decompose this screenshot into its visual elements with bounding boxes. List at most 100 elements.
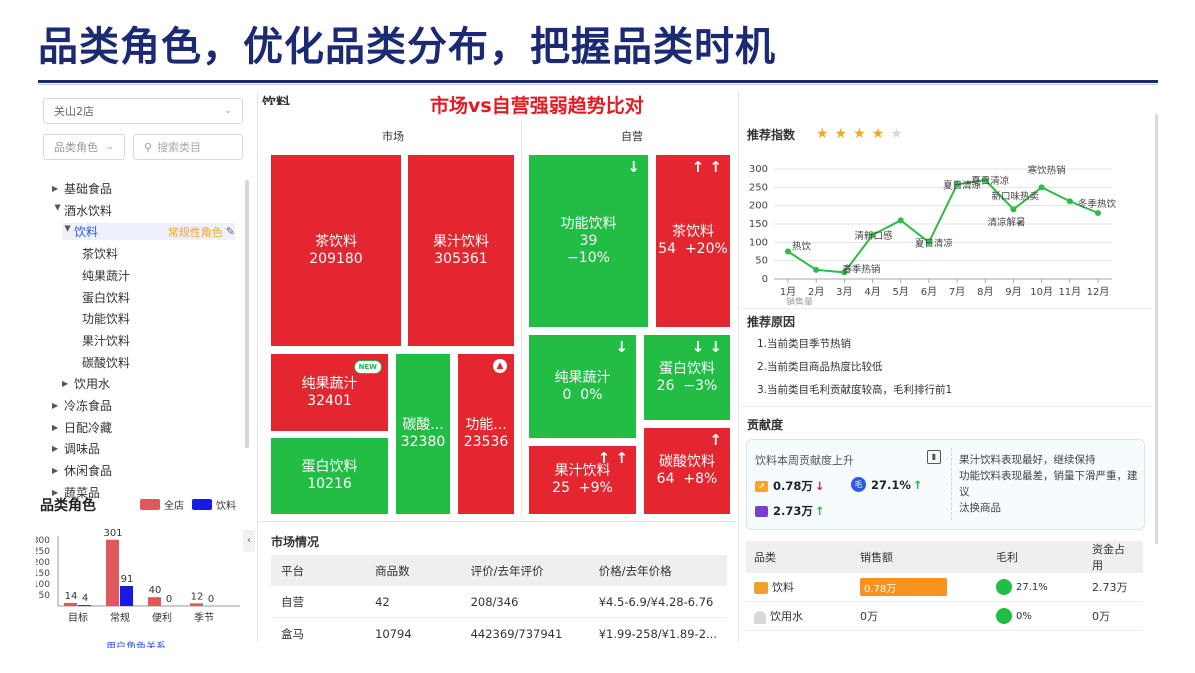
tree-item-label: 基础食品 <box>64 182 113 196</box>
y-tick-label: 200 <box>749 201 768 212</box>
role-chart-panel: 品类角色 全店 饮料 30025020015010050 14 4 目标 301 91 常规… <box>36 492 246 648</box>
market-block-tea[interactable]: 茶饮料 209180 <box>271 155 401 346</box>
tree-item-label: 饮料 <box>74 225 99 240</box>
tree-item[interactable]: 纯果蔬汁 <box>82 267 130 284</box>
tree-item[interactable]: ▶ 休闲食品 <box>52 462 112 479</box>
tree-item[interactable]: ▶ 基础食品 <box>52 180 112 197</box>
caret-right-icon[interactable]: ▶ <box>52 184 64 193</box>
tree-item[interactable]: 蛋白饮料 <box>82 289 130 306</box>
contribution-title: 贡献度 <box>747 418 784 432</box>
y-tick-label: 100 <box>749 237 768 248</box>
x-tick-label: 9月 <box>1005 286 1021 298</box>
tree-item[interactable]: 功能饮料 <box>82 310 130 327</box>
role-relation-link[interactable]: 用户角色关系 <box>106 640 166 648</box>
market-block-functional[interactable]: ▲ 功能... 23536 <box>458 354 514 514</box>
data-point[interactable] <box>1095 210 1101 216</box>
new-badge: NEW <box>353 360 382 374</box>
x-tick-label: 目标 <box>68 612 88 624</box>
self-block-tea[interactable]: ↑ ↑ 茶饮料 54 +20% <box>656 155 730 327</box>
market-block-carbonated[interactable]: 碳酸... 32380 <box>396 354 450 514</box>
tree-item[interactable]: 茶饮料 <box>82 245 118 262</box>
market-block-fruit-veg[interactable]: NEW 纯果蔬汁 32401 <box>271 354 388 431</box>
table-cell: 42 <box>365 586 461 618</box>
caret-down-icon[interactable]: ▶ <box>64 226 73 238</box>
tree-scrollbar[interactable] <box>245 180 249 448</box>
tree-item[interactable]: ▶ 饮料 常规性角色 ✎ <box>62 223 235 241</box>
bar-常规-饮料[interactable] <box>120 585 133 606</box>
bar-常规-全店[interactable] <box>106 539 119 606</box>
tree-item[interactable]: ▶ 酒水饮料 <box>52 202 113 219</box>
trend-arrows: ↑ ↑ <box>597 449 628 467</box>
capital-cell: 2.73万 <box>1084 573 1143 602</box>
star-filled-icon: ★ <box>834 126 848 142</box>
contribution-table: 品类 销售额 毛利 资金占用 饮料 0.78万 27.1% 2.73万 饮用水 … <box>746 541 1143 631</box>
role-select[interactable]: 品类角色 ⌄ <box>43 134 125 160</box>
block-name: 功能... <box>465 417 507 433</box>
data-point[interactable] <box>785 248 791 255</box>
data-point[interactable] <box>1010 206 1017 213</box>
data-point[interactable] <box>897 217 904 224</box>
tree-item[interactable]: ▶ 饮用水 <box>62 375 110 392</box>
caret-right-icon[interactable]: ▶ <box>52 444 64 453</box>
note-line: 果汁饮料表现最好，继续保持 <box>959 454 1096 466</box>
search-input[interactable]: 搜索类目 <box>157 139 201 155</box>
legend-swatch-drink <box>192 499 212 510</box>
star-filled-icon: ★ <box>816 126 829 142</box>
market-block-juice[interactable]: 果汁饮料 305361 <box>408 155 514 346</box>
table-row[interactable]: 盒马 10794 442369/737941 ¥1.99-258/¥1.89-2… <box>271 617 727 641</box>
column-header: 资金占用 <box>1084 541 1143 573</box>
chevron-down-icon: ⌄ <box>224 106 232 116</box>
tree-item[interactable]: ▶ 调味品 <box>52 440 100 457</box>
table-row[interactable]: 自营 42 208/346 ¥4.5-6.9/¥4.28-6.76 <box>271 586 727 618</box>
caret-right-icon[interactable]: ▶ <box>52 401 64 410</box>
block-name: 蛋白饮料 <box>659 360 715 377</box>
data-point[interactable] <box>1038 184 1045 191</box>
x-tick-label: 11月 <box>1058 286 1081 298</box>
table-cell: ¥4.5-6.9/¥4.28-6.76 <box>588 586 727 618</box>
tree-item[interactable]: ▶ 冷冻食品 <box>52 397 112 414</box>
self-block-fruit-veg[interactable]: ↓ 纯果蔬汁 0 0% <box>529 335 636 438</box>
table-cell: 自营 <box>271 586 366 618</box>
x-tick-label: 12月 <box>1087 286 1110 298</box>
x-tick-label: 3月 <box>836 286 852 298</box>
collapse-handle[interactable]: ‹ <box>243 530 255 552</box>
tree-item-label: 冷冻食品 <box>64 399 113 413</box>
caret-right-icon[interactable]: ▶ <box>52 423 64 432</box>
data-point[interactable] <box>1066 198 1073 205</box>
bar-chart-icon[interactable]: ▮ <box>927 450 941 464</box>
bar-便利-全店[interactable] <box>148 597 161 606</box>
star-empty-icon: ★ <box>890 126 903 142</box>
block-value: 32380 <box>400 434 446 450</box>
line-annotation: 寒饮热销 <box>1028 164 1067 176</box>
tree-item[interactable]: 果汁饮料 <box>82 332 130 349</box>
self-block-juice[interactable]: ↑ ↑ 果汁饮料 25 +9% <box>529 446 636 514</box>
capital-cell: 0万 <box>1084 601 1143 631</box>
caret-right-icon[interactable]: ▶ <box>52 466 64 475</box>
column-header: 评价/去年评价 <box>460 555 589 586</box>
category-search-box[interactable]: ⚲ 搜索类目 <box>133 134 243 160</box>
block-name: 蛋白饮料 <box>301 459 358 475</box>
edit-icon[interactable]: ✎ <box>226 225 235 238</box>
store-select[interactable]: 关山2店 ⌄ <box>43 98 243 124</box>
series-line <box>787 178 1099 274</box>
metric-value: 27.1% <box>871 477 911 492</box>
table-row[interactable]: 饮料 0.78万 27.1% 2.73万 <box>746 573 1143 602</box>
trend-arrows: ↓ <box>627 158 640 176</box>
trend-down-icon: ↓ <box>814 479 825 493</box>
data-point[interactable] <box>813 266 820 273</box>
caret-down-icon[interactable]: ▶ <box>54 204 63 216</box>
contribution-table-wrap: 品类 销售额 毛利 资金占用 饮料 0.78万 27.1% 2.73万 饮用水 … <box>746 541 1143 631</box>
bar-季节-全店[interactable] <box>190 603 203 606</box>
right-panel-scrollbar[interactable] <box>1155 114 1158 544</box>
table-row[interactable]: 饮用水 0万 0% 0万 <box>746 601 1143 631</box>
column-header: 毛利 <box>988 541 1084 573</box>
bar-目标-全店[interactable] <box>64 602 77 606</box>
self-block-protein[interactable]: ↓ ↓ 蛋白饮料 26 −3% <box>644 335 730 420</box>
bar-目标-饮料[interactable] <box>78 605 91 606</box>
tree-item[interactable]: 碳酸饮料 <box>82 354 130 371</box>
self-block-functional[interactable]: ↓ 功能饮料 39 −10% <box>529 155 648 327</box>
tree-item[interactable]: ▶ 日配冷藏 <box>52 419 112 436</box>
self-block-carbonated[interactable]: ↑ 碳酸饮料 64 +8% <box>644 428 730 514</box>
market-block-protein[interactable]: 蛋白饮料 10216 <box>271 438 388 514</box>
caret-right-icon[interactable]: ▶ <box>62 379 74 388</box>
